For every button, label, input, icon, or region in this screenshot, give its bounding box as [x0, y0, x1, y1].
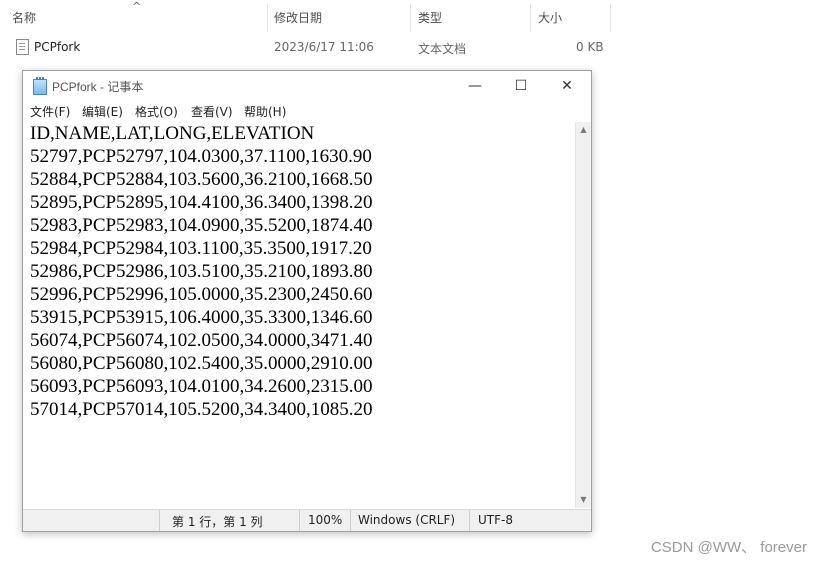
- column-divider[interactable]: [267, 4, 268, 32]
- file-row[interactable]: PCPfork 2023/6/17 11:06 文本文档 0 KB: [0, 36, 620, 60]
- line-ending: Windows (CRLF): [358, 513, 456, 527]
- menu-help[interactable]: 帮助(H): [244, 103, 286, 120]
- window-title: PCPfork - 记事本: [52, 80, 144, 94]
- editor-line: 56093,PCP56093,104.0100,34.2600,2315.00: [30, 376, 373, 397]
- column-header-type[interactable]: 类型: [418, 0, 442, 34]
- file-modified: 2023/6/17 11:06: [274, 40, 374, 54]
- close-icon: ✕: [561, 78, 573, 94]
- column-divider[interactable]: [610, 4, 611, 32]
- editor-line: 52895,PCP52895,104.4100,36.3400,1398.20: [30, 192, 373, 213]
- file-type: 文本文档: [418, 42, 467, 56]
- editor-line: 52983,PCP52983,104.0900,35.5200,1874.40: [30, 215, 373, 236]
- menu-bar: 文件(F) 编辑(E) 格式(O) 查看(V) 帮助(H): [23, 101, 591, 121]
- status-divider: [159, 510, 160, 531]
- editor-line: 52984,PCP52984,103.1100,35.3500,1917.20: [30, 238, 372, 259]
- minimize-icon: —: [468, 78, 482, 94]
- column-header-size-label: 大小: [538, 10, 563, 25]
- status-divider: [469, 510, 470, 531]
- editor-line: 56080,PCP56080,102.5400,35.0000,2910.00: [30, 353, 373, 374]
- zoom-level: 100%: [308, 513, 343, 527]
- vertical-scrollbar[interactable]: ▲ ▼: [575, 122, 591, 508]
- editor-line: 52797,PCP52797,104.0300,37.1100,1630.90: [30, 146, 372, 167]
- editor-line: 53915,PCP53915,106.4000,35.3300,1346.60: [30, 307, 373, 328]
- scroll-up-icon[interactable]: ▲: [576, 123, 591, 137]
- editor-line: 52986,PCP52986,103.5100,35.2100,1893.80: [30, 261, 373, 282]
- editor-line: ID,NAME,LAT,LONG,ELEVATION: [30, 123, 315, 144]
- column-header-modified[interactable]: 修改日期: [274, 0, 322, 34]
- column-divider[interactable]: [410, 4, 411, 32]
- encoding: UTF-8: [478, 513, 513, 527]
- editor-line: 52884,PCP52884,103.5600,36.2100,1668.50: [30, 169, 373, 190]
- editor-line: 52996,PCP52996,105.0000,35.2300,2450.60: [30, 284, 373, 305]
- maximize-icon: ☐: [514, 78, 528, 94]
- maximize-button[interactable]: ☐: [498, 71, 544, 101]
- sort-ascending-icon: ^: [132, 0, 142, 13]
- editor-line: 56074,PCP56074,102.0500,34.0000,3471.40: [30, 330, 373, 351]
- column-header-type-label: 类型: [418, 10, 443, 25]
- status-divider: [350, 510, 351, 531]
- menu-file[interactable]: 文件(F): [30, 103, 70, 120]
- minimize-button[interactable]: —: [452, 71, 498, 101]
- file-size: 0 KB: [576, 40, 604, 54]
- watermark: CSDN @WW、 forever: [650, 539, 807, 556]
- status-divider: [299, 510, 300, 531]
- column-header-modified-label: 修改日期: [274, 10, 323, 25]
- file-name: PCPfork: [34, 40, 81, 54]
- column-header-name[interactable]: 名称: [12, 0, 36, 34]
- menu-view[interactable]: 查看(V): [191, 103, 233, 120]
- menu-edit[interactable]: 编辑(E): [82, 103, 123, 120]
- editor-line: 57014,PCP57014,105.5200,34.3400,1085.20: [30, 399, 373, 420]
- column-header-size[interactable]: 大小: [538, 0, 562, 34]
- menu-format[interactable]: 格式(O): [135, 103, 178, 120]
- text-editor[interactable]: ID,NAME,LAT,LONG,ELEVATION 52797,PCP5279…: [23, 122, 575, 508]
- title-bar[interactable]: PCPfork - 记事本 — ☐ ✕: [23, 71, 591, 101]
- text-file-icon: [16, 39, 29, 55]
- column-divider[interactable]: [530, 4, 531, 32]
- column-header-name-label: 名称: [12, 10, 37, 25]
- scroll-down-icon[interactable]: ▼: [576, 493, 591, 507]
- close-button[interactable]: ✕: [544, 71, 590, 101]
- cursor-position: 第 1 行，第 1 列: [172, 515, 263, 529]
- status-bar: 第 1 行，第 1 列 100% Windows (CRLF) UTF-8: [23, 509, 591, 531]
- notepad-app-icon[interactable]: [33, 77, 47, 95]
- notepad-window: PCPfork - 记事本 — ☐ ✕ 文件(F) 编辑(E) 格式(O) 查看…: [22, 70, 592, 532]
